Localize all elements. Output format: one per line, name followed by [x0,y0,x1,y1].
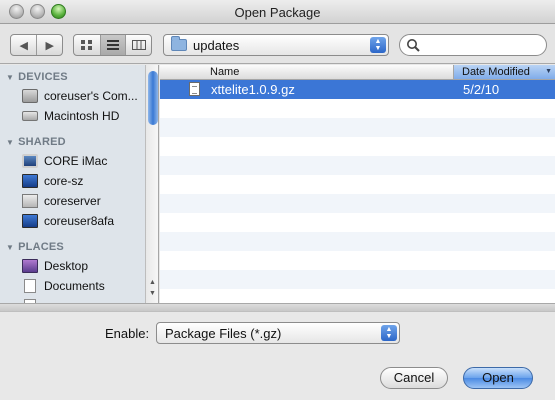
desktop-icon [22,259,38,273]
location-popup[interactable]: updates ▲ ▼ [163,34,389,56]
sort-descending-icon: ▼ [545,68,552,75]
sidebar-item-core-sz[interactable]: core-sz [22,171,83,191]
computer-icon [22,89,38,103]
sidebar-item-macintosh-hd[interactable]: Macintosh HD [22,106,119,126]
sidebar-item-computer[interactable]: coreuser's Com... [22,86,138,106]
empty-row [160,270,555,289]
empty-row [160,99,555,118]
list-view-icon [106,40,119,50]
imac-icon [22,154,38,168]
file-list: Name Date Modified ▼ xttelite1.0.9.gz 5/2… [160,65,555,303]
disclosure-triangle-icon[interactable]: ▼ [6,138,14,147]
search-field[interactable] [399,34,547,56]
scroll-down-arrow-icon[interactable]: ▼ [149,290,156,297]
enable-label: Enable: [105,326,150,341]
scroll-up-arrow-icon[interactable]: ▲ [149,279,156,286]
sidebar-item-documents[interactable]: Documents [22,276,105,296]
column-name-header[interactable]: Name [210,66,239,78]
cancel-button[interactable]: Cancel [380,367,448,389]
popup-stepper-icon: ▲ ▼ [381,325,397,341]
file-name: xttelite1.0.9.gz [211,82,295,97]
search-icon [407,39,420,52]
view-mode-selector [73,34,152,56]
back-arrow-icon: ◀ [19,39,28,52]
column-view-icon [131,40,146,50]
network-computer-icon [22,174,38,188]
sidebar-item-desktop[interactable]: Desktop [22,256,88,276]
sidebar: ▼ DEVICES coreuser's Com... Macintosh HD … [0,65,159,303]
pane-divider[interactable] [0,303,555,312]
column-date-header[interactable]: Date Modified ▼ [453,65,555,79]
empty-row [160,232,555,251]
sidebar-item-core-imac[interactable]: CORE iMac [22,151,107,171]
sidebar-item-coreserver[interactable]: coreserver [22,191,101,211]
sidebar-item-partial[interactable] [22,296,44,303]
forward-button[interactable]: ▶ [36,35,62,55]
file-icon [189,82,200,96]
enable-filter-popup[interactable]: Package Files (*.gz) ▲ ▼ [156,322,400,344]
disclosure-triangle-icon[interactable]: ▼ [6,243,14,252]
popup-stepper-icon: ▲ ▼ [370,37,386,53]
window-title: Open Package [234,5,321,20]
sidebar-item-coreuser8afa[interactable]: coreuser8afa [22,211,114,231]
sidebar-section-devices[interactable]: ▼ DEVICES [6,71,68,83]
empty-row [160,194,555,213]
location-label: updates [193,38,240,53]
empty-row [160,213,555,232]
history-navigation: ◀ ▶ [10,34,63,56]
empty-row [160,175,555,194]
empty-row [160,289,555,303]
empty-row [160,251,555,270]
title-bar: Open Package [0,0,555,24]
forward-arrow-icon: ▶ [45,39,54,52]
empty-row [160,137,555,156]
icon-view-icon [80,40,92,50]
column-view-button[interactable] [125,35,151,55]
enable-filter-value: Package Files (*.gz) [165,326,282,341]
disclosure-triangle-icon[interactable]: ▼ [6,73,14,82]
list-view-button[interactable] [99,35,126,55]
empty-row [160,118,555,137]
file-row[interactable]: xttelite1.0.9.gz 5/2/10 [160,80,555,99]
toolbar: ◀ ▶ updates ▲ ▼ [0,24,555,64]
server-icon [22,194,38,208]
sidebar-section-shared[interactable]: ▼ SHARED [6,136,66,148]
open-button[interactable]: Open [463,367,533,389]
documents-icon [24,279,36,293]
hard-drive-icon [22,111,38,121]
sidebar-section-places[interactable]: ▼ PLACES [6,241,64,253]
network-computer-icon [22,214,38,228]
icon-view-button[interactable] [74,35,100,55]
column-header: Name Date Modified ▼ [160,65,555,80]
sidebar-scrollbar[interactable]: ▲ ▼ [145,65,158,303]
open-package-dialog: Open Package ◀ ▶ updates ▲ ▼ ▼ DEVICES c… [0,0,555,400]
file-date: 5/2/10 [463,82,500,97]
empty-row [160,156,555,175]
folder-icon [171,36,187,51]
scrollbar-thumb[interactable] [148,71,158,125]
back-button[interactable]: ◀ [11,35,36,55]
